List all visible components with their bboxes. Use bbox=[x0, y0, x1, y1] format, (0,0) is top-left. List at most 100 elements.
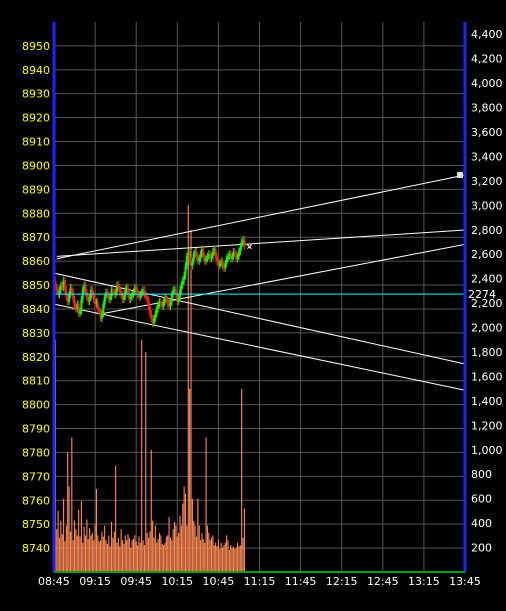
time-tick-label: 11:15 bbox=[244, 575, 276, 588]
candle-body bbox=[169, 301, 172, 307]
volume-tick-label: 800 bbox=[471, 468, 492, 481]
candle-body bbox=[170, 294, 173, 302]
candle-body bbox=[240, 242, 243, 247]
volume-bar bbox=[63, 498, 65, 572]
volume-tick-label: 4,200 bbox=[471, 53, 503, 66]
volume-tick-label: 3,600 bbox=[471, 126, 503, 139]
candle-body bbox=[184, 265, 187, 276]
volume-bar bbox=[206, 525, 208, 572]
candle-body bbox=[237, 251, 240, 257]
volume-bar bbox=[138, 536, 140, 572]
volume-tick-label: 3,200 bbox=[471, 175, 503, 188]
volume-bar bbox=[109, 546, 111, 572]
candle-body bbox=[165, 297, 168, 300]
volume-bar bbox=[134, 535, 136, 572]
volume-bar bbox=[224, 542, 226, 572]
volume-bar bbox=[64, 541, 66, 572]
candle-body bbox=[85, 292, 88, 297]
price-tick-label: 8870 bbox=[22, 231, 50, 244]
trend-line bbox=[101, 243, 466, 315]
volume-bar bbox=[183, 486, 185, 572]
volume-bar bbox=[186, 525, 188, 572]
volume-bar bbox=[128, 537, 130, 572]
volume-bar bbox=[194, 525, 196, 572]
price-tick-label: 8830 bbox=[22, 327, 50, 340]
price-tick-label: 8930 bbox=[22, 88, 50, 101]
volume-bar bbox=[89, 528, 91, 572]
candle-body bbox=[109, 297, 112, 300]
volume-bar bbox=[212, 535, 214, 572]
volume-bar bbox=[105, 540, 107, 572]
volume-bar bbox=[234, 548, 236, 572]
volume-bar bbox=[120, 529, 122, 572]
volume-bar bbox=[238, 546, 240, 572]
volume-bar bbox=[131, 540, 133, 572]
candle-body bbox=[118, 287, 121, 293]
volume-bar bbox=[180, 525, 182, 572]
volume-bar bbox=[56, 529, 58, 572]
volume-bar bbox=[167, 535, 169, 572]
volume-bar bbox=[184, 493, 187, 572]
candle-body bbox=[233, 251, 236, 254]
volume-bar bbox=[195, 536, 198, 572]
candle-body bbox=[79, 311, 82, 314]
candle-body bbox=[126, 287, 129, 295]
volume-bar bbox=[80, 501, 82, 572]
volume-bar bbox=[86, 519, 88, 572]
price-tick-label: 8900 bbox=[22, 159, 50, 172]
candle-body bbox=[139, 294, 142, 297]
volume-bar bbox=[121, 540, 124, 572]
volume-bar bbox=[150, 449, 152, 572]
volume-bar bbox=[97, 535, 99, 572]
candle-body bbox=[122, 297, 125, 300]
time-tick-label: 13:45 bbox=[449, 575, 481, 588]
candle-body bbox=[63, 280, 66, 290]
volume-bar bbox=[106, 543, 108, 572]
candle-body bbox=[210, 256, 213, 259]
volume-bar bbox=[235, 547, 237, 572]
volume-tick-label: 2,000 bbox=[471, 322, 503, 335]
time-tick-label: 10:45 bbox=[203, 575, 235, 588]
candle-body bbox=[206, 256, 209, 259]
volume-bar bbox=[127, 534, 129, 572]
candle-body bbox=[188, 251, 191, 262]
candle-body bbox=[102, 304, 105, 314]
volume-bar bbox=[209, 540, 211, 572]
volume-bar bbox=[124, 535, 126, 572]
volume-tick-label: 600 bbox=[471, 493, 492, 506]
candle-body bbox=[98, 308, 101, 312]
candle-body bbox=[166, 299, 169, 305]
volume-bar bbox=[87, 539, 89, 572]
volume-tick-label: 200 bbox=[471, 542, 492, 555]
volume-bar bbox=[113, 531, 115, 572]
volume-bar bbox=[145, 352, 147, 572]
price-tick-label: 8790 bbox=[22, 423, 50, 436]
price-tick-label: 8740 bbox=[22, 542, 50, 555]
candle-body bbox=[195, 251, 198, 257]
price-tick-label: 8840 bbox=[22, 303, 50, 316]
candle-body bbox=[72, 292, 75, 300]
candle-body bbox=[144, 294, 147, 297]
volume-bar bbox=[147, 537, 150, 572]
trend-line bbox=[56, 174, 466, 260]
candle-body bbox=[211, 251, 214, 257]
candle-body bbox=[111, 289, 114, 293]
volume-bar bbox=[60, 520, 62, 572]
volume-bar bbox=[190, 229, 192, 572]
volume-bar bbox=[223, 545, 225, 572]
volume-bar bbox=[165, 536, 167, 572]
volume-bar bbox=[230, 545, 232, 572]
candle-body bbox=[214, 249, 217, 257]
volume-bar bbox=[90, 535, 92, 572]
volume-bar bbox=[71, 437, 73, 572]
volume-bar bbox=[69, 531, 71, 572]
volume-bar bbox=[126, 540, 128, 572]
candle-body bbox=[88, 297, 91, 302]
price-tick-label: 8890 bbox=[22, 183, 50, 196]
candle-body bbox=[226, 256, 229, 259]
volume-bar bbox=[137, 545, 139, 572]
trend-line bbox=[56, 229, 466, 257]
price-tick-label: 8880 bbox=[22, 207, 50, 220]
volume-bar bbox=[139, 542, 141, 572]
volume-bar bbox=[95, 488, 98, 572]
